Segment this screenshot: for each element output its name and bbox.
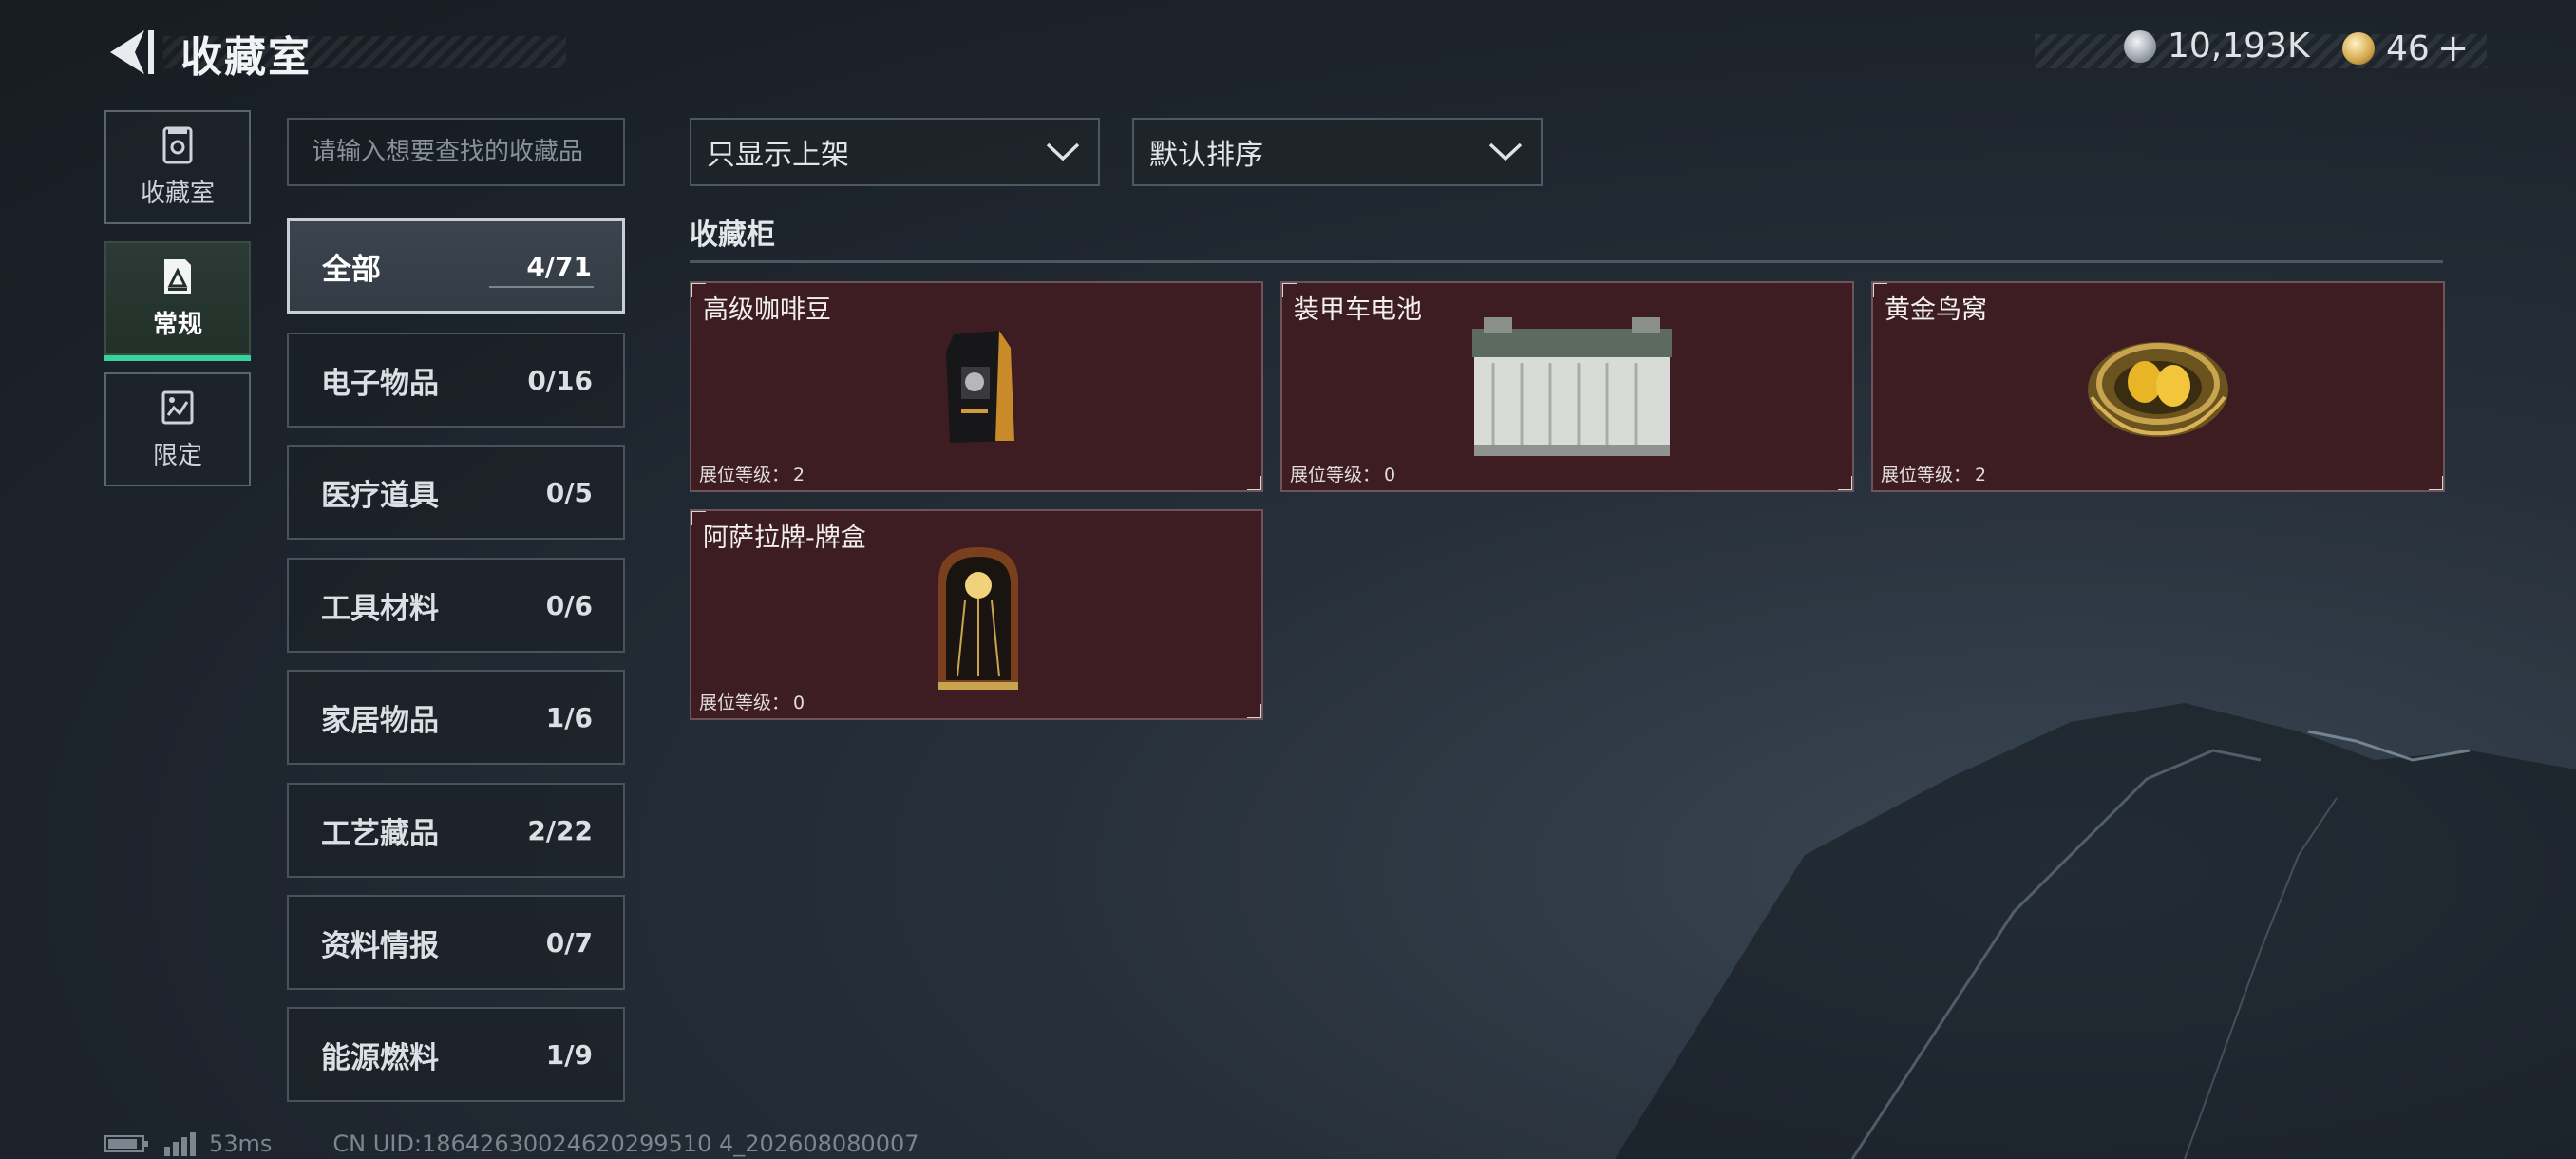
category-count: 4/71 [526, 250, 592, 282]
search-input[interactable] [287, 118, 625, 186]
item-name: 阿萨拉牌-牌盒 [703, 523, 866, 553]
category-name: 工具材料 [321, 591, 439, 626]
collection-item-coffee[interactable]: 高级咖啡豆 展位等级： 2 [690, 281, 1263, 492]
category-name: 家居物品 [321, 703, 439, 738]
tab-limited[interactable]: 限定 [104, 372, 251, 486]
tab-regular-label: 常规 [152, 310, 202, 339]
item-level: 展位等级： 2 [1881, 465, 1987, 485]
collection-item-card-box[interactable]: 阿萨拉牌-牌盒 展位等级： 0 [690, 509, 1263, 720]
item-level: 展位等级： 0 [699, 693, 805, 713]
sort-dropdown[interactable]: 默认排序 [1132, 118, 1543, 186]
category-count: 2/22 [527, 814, 593, 846]
regular-icon [164, 258, 191, 294]
category-crafts[interactable]: 工艺藏品 2/22 [287, 783, 625, 878]
item-level: 展位等级： 2 [699, 465, 805, 485]
category-name: 资料情报 [321, 928, 439, 963]
category-count: 0/6 [545, 589, 593, 621]
status-footer: 53ms CN UID:18642630024620299510 4_20260… [104, 1130, 919, 1157]
add-currency-button[interactable]: + [2437, 27, 2470, 70]
back-arrow-icon[interactable] [103, 27, 156, 78]
ping-text: 53ms [209, 1130, 273, 1157]
category-name: 全部 [322, 252, 381, 287]
item-name: 高级咖啡豆 [703, 295, 831, 325]
limited-icon [161, 390, 194, 424]
currency-main: 10,193K [2124, 27, 2310, 66]
category-name: 工艺藏品 [321, 816, 439, 851]
currency-premium[interactable]: 46 + [2342, 27, 2469, 70]
signal-icon [164, 1132, 196, 1156]
chevron-down-icon [1046, 142, 1080, 162]
currency-main-value: 10,193K [2168, 27, 2310, 66]
category-all[interactable]: 全部 4/71 [287, 218, 625, 314]
tab-regular[interactable]: 常规 [104, 241, 251, 361]
currency-premium-value: 46 [2386, 28, 2430, 68]
car-battery-icon [1472, 317, 1672, 456]
category-intel[interactable]: 资料情报 0/7 [287, 895, 625, 990]
tab-limited-label: 限定 [152, 441, 202, 470]
chevron-down-icon [1488, 142, 1523, 162]
card-box-icon [938, 547, 1018, 690]
category-electronics[interactable]: 电子物品 0/16 [287, 332, 625, 428]
category-count: 1/9 [545, 1038, 593, 1071]
item-name: 黄金鸟窝 [1885, 295, 1987, 325]
category-name: 能源燃料 [321, 1040, 439, 1075]
category-name: 电子物品 [321, 366, 439, 401]
category-tools[interactable]: 工具材料 0/6 [287, 558, 625, 653]
collection-item-battery[interactable]: 装甲车电池 展位等级： 0 [1280, 281, 1854, 492]
tab-collection-room-label: 收藏室 [140, 179, 215, 208]
sort-value: 默认排序 [1149, 139, 1263, 172]
page-title: 收藏室 [180, 33, 312, 82]
category-household[interactable]: 家居物品 1/6 [287, 670, 625, 765]
category-name: 医疗道具 [321, 478, 439, 513]
silver-coin-icon [2124, 29, 2156, 63]
section-divider [690, 260, 2443, 263]
coffee-bag-icon [946, 331, 1014, 443]
item-name: 装甲车电池 [1294, 295, 1422, 325]
display-filter-dropdown[interactable]: 只显示上架 [690, 118, 1100, 186]
collection-item-nest[interactable]: 黄金鸟窝 展位等级： 2 [1871, 281, 2445, 492]
battery-icon [104, 1135, 148, 1152]
item-level: 展位等级： 0 [1290, 465, 1396, 485]
uid-text: CN UID:18642630024620299510 4_2026080800… [332, 1130, 919, 1157]
cabinet-title: 收藏柜 [690, 218, 775, 252]
collection-room-icon [162, 126, 193, 163]
category-count: 0/7 [545, 926, 593, 959]
gold-coin-icon [2342, 32, 2375, 65]
category-medical[interactable]: 医疗道具 0/5 [287, 445, 625, 540]
category-count: 0/5 [545, 476, 593, 508]
category-count: 0/16 [527, 364, 593, 396]
category-energy[interactable]: 能源燃料 1/9 [287, 1007, 625, 1102]
category-count: 1/6 [545, 701, 593, 733]
tab-collection-room[interactable]: 收藏室 [104, 110, 251, 224]
display-filter-value: 只显示上架 [707, 139, 849, 172]
golden-nest-icon [2088, 342, 2228, 437]
